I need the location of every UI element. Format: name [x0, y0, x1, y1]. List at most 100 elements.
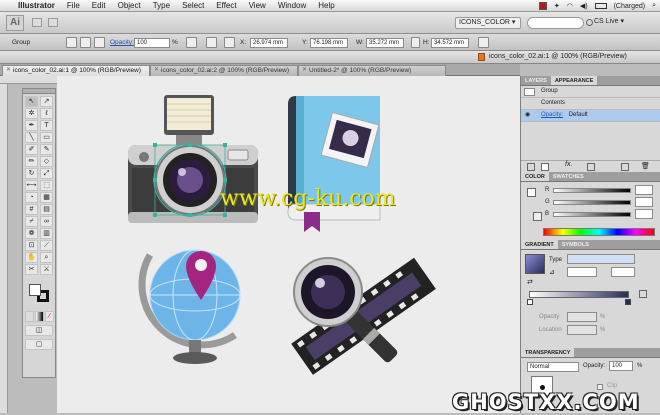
search-input[interactable]	[527, 17, 584, 29]
shape-builder-tool-icon[interactable]: ◔	[25, 192, 38, 203]
gradient-delete-stop-icon[interactable]	[639, 290, 647, 298]
appearance-row-group[interactable]: Group	[521, 86, 660, 98]
gradient-location-field[interactable]	[567, 325, 597, 335]
lasso-tool-icon[interactable]: ℓ	[40, 108, 53, 119]
tab-color[interactable]: COLOR	[521, 172, 549, 181]
fill-stroke-swatches[interactable]	[29, 284, 51, 304]
style-icon[interactable]	[186, 37, 197, 48]
vertical-ruler[interactable]	[0, 84, 8, 413]
symbol-sprayer-tool-icon[interactable]: ❁	[25, 228, 38, 239]
paintbrush-tool-icon[interactable]: ✐	[25, 144, 38, 155]
menu-select[interactable]: Select	[176, 1, 210, 10]
appearance-opacity-label[interactable]: Opacity:	[541, 112, 563, 118]
globe-icon[interactable]	[138, 249, 241, 364]
width-tool-icon[interactable]: ⟷	[25, 180, 38, 191]
app-menu[interactable]: Illustrator	[14, 1, 61, 10]
gradient-aspect-field[interactable]	[611, 267, 635, 277]
eraser-tool-icon[interactable]: ◇	[40, 156, 53, 167]
blend-mode-select[interactable]: Normal	[527, 362, 579, 372]
rotate-tool-icon[interactable]: ↻	[25, 168, 38, 179]
gradient-type-select[interactable]	[567, 254, 635, 264]
close-icon[interactable]: ✕	[302, 66, 307, 75]
knife-tool-icon[interactable]: ⚔	[40, 264, 53, 275]
eyedropper-tool-icon[interactable]: ⌿	[25, 216, 38, 227]
channel-g-field[interactable]	[635, 197, 653, 207]
artboard-tool-icon[interactable]: ⊡	[25, 240, 38, 251]
menu-edit[interactable]: Edit	[86, 1, 112, 10]
volume-icon[interactable]: ◀)	[580, 2, 588, 10]
isolate-group-icon[interactable]	[66, 37, 77, 48]
slice-tool-icon[interactable]: ⟋	[40, 240, 53, 251]
cs-live-menu[interactable]: CS Live ▾	[594, 17, 624, 25]
mesh-tool-icon[interactable]: #	[25, 204, 38, 215]
color-square-icon[interactable]	[538, 2, 547, 10]
color-spectrum-bar[interactable]	[543, 228, 655, 236]
h-field[interactable]: 34.572 mm	[431, 38, 469, 48]
close-icon[interactable]: ✕	[6, 66, 11, 75]
wifi-icon[interactable]: ◠	[567, 2, 573, 10]
arrange-icon[interactable]	[48, 18, 58, 27]
color-stroke-swatch[interactable]	[533, 212, 542, 221]
gradient-mode-icon[interactable]	[35, 311, 44, 322]
add-stroke-icon[interactable]	[527, 163, 535, 171]
type-tool-icon[interactable]: T	[40, 120, 53, 131]
gradient-stop-right[interactable]	[625, 299, 631, 305]
screen-mode-icon[interactable]: ▢	[25, 339, 53, 350]
color-fill-swatch[interactable]	[527, 188, 536, 197]
w-field[interactable]: 35.272 mm	[366, 38, 404, 48]
tab-document-2[interactable]: ✕ icons_color_02.ai:2 @ 100% (RGB/Previe…	[150, 65, 298, 76]
book-icon[interactable]	[287, 96, 381, 232]
direct-selection-tool-icon[interactable]: ↗	[40, 96, 53, 107]
scissors-tool-icon[interactable]: ✂	[25, 264, 38, 275]
tools-panel-grip[interactable]	[23, 89, 55, 94]
blend-tool-icon[interactable]: ∞	[40, 216, 53, 227]
duplicate-item-icon[interactable]	[621, 163, 629, 171]
menu-file[interactable]: File	[61, 1, 86, 10]
opacity-label[interactable]: Opacity:	[110, 39, 134, 46]
bridge-icon[interactable]	[32, 18, 42, 27]
x-field[interactable]: 26.974 mm	[250, 38, 288, 48]
perspective-grid-tool-icon[interactable]: ▦	[40, 192, 53, 203]
opacity-field[interactable]: 100	[134, 38, 170, 48]
menu-object[interactable]: Object	[112, 1, 147, 10]
channel-r-slider[interactable]	[553, 188, 631, 193]
menu-effect[interactable]: Effect	[210, 1, 242, 10]
tab-layers[interactable]: LAYERS	[521, 76, 551, 85]
workspace-switcher[interactable]: ICONS_COLOR ▾	[455, 17, 521, 29]
color-mode-icon[interactable]	[25, 311, 34, 322]
tab-gradient[interactable]: GRADIENT	[521, 240, 558, 249]
tab-document-3[interactable]: ✕ Untitled-2* @ 100% (RGB/Preview)	[298, 65, 446, 76]
close-icon[interactable]: ✕	[154, 66, 159, 75]
line-tool-icon[interactable]: ╲	[25, 132, 38, 143]
magic-wand-tool-icon[interactable]: ✲	[25, 108, 38, 119]
menu-view[interactable]: View	[243, 1, 272, 10]
tab-document-1[interactable]: ✕ icons_color_02.ai:1 @ 100% (RGB/Previe…	[2, 65, 150, 76]
clear-appearance-icon[interactable]	[587, 163, 595, 171]
channel-g-slider[interactable]	[553, 200, 631, 205]
add-effect-icon[interactable]: fx.	[565, 161, 572, 168]
scale-tool-icon[interactable]: ⤢	[40, 168, 53, 179]
menu-window[interactable]: Window	[272, 1, 312, 10]
gradient-angle-field[interactable]	[567, 267, 597, 277]
tab-transparency[interactable]: TRANSPARENCY	[521, 348, 575, 357]
y-field[interactable]: 76.198 mm	[310, 38, 348, 48]
star-icon[interactable]: ✦	[554, 2, 560, 10]
menu-help[interactable]: Help	[312, 1, 340, 10]
hand-tool-icon[interactable]: ✋	[25, 252, 38, 263]
free-transform-tool-icon[interactable]: ⬚	[40, 180, 53, 191]
blob-brush-tool-icon[interactable]: ✏	[25, 156, 38, 167]
add-fill-icon[interactable]	[541, 163, 549, 171]
fill-swatch-icon[interactable]	[29, 284, 41, 296]
pen-tool-icon[interactable]: ✒	[25, 120, 38, 131]
channel-b-field[interactable]	[635, 209, 653, 219]
channel-r-field[interactable]	[635, 185, 653, 195]
gradient-stop-left[interactable]	[527, 299, 533, 305]
pencil-tool-icon[interactable]: ✎	[40, 144, 53, 155]
channel-b-slider[interactable]	[553, 212, 631, 217]
column-graph-tool-icon[interactable]: ▥	[40, 228, 53, 239]
delete-item-icon[interactable]: 🗑	[641, 162, 650, 170]
draw-mode-icon[interactable]: ◫	[25, 325, 53, 336]
tab-swatches[interactable]: SWATCHES	[549, 172, 588, 181]
gradient-preview-swatch[interactable]	[525, 254, 545, 274]
appearance-row-contents[interactable]: Contents	[521, 98, 660, 110]
